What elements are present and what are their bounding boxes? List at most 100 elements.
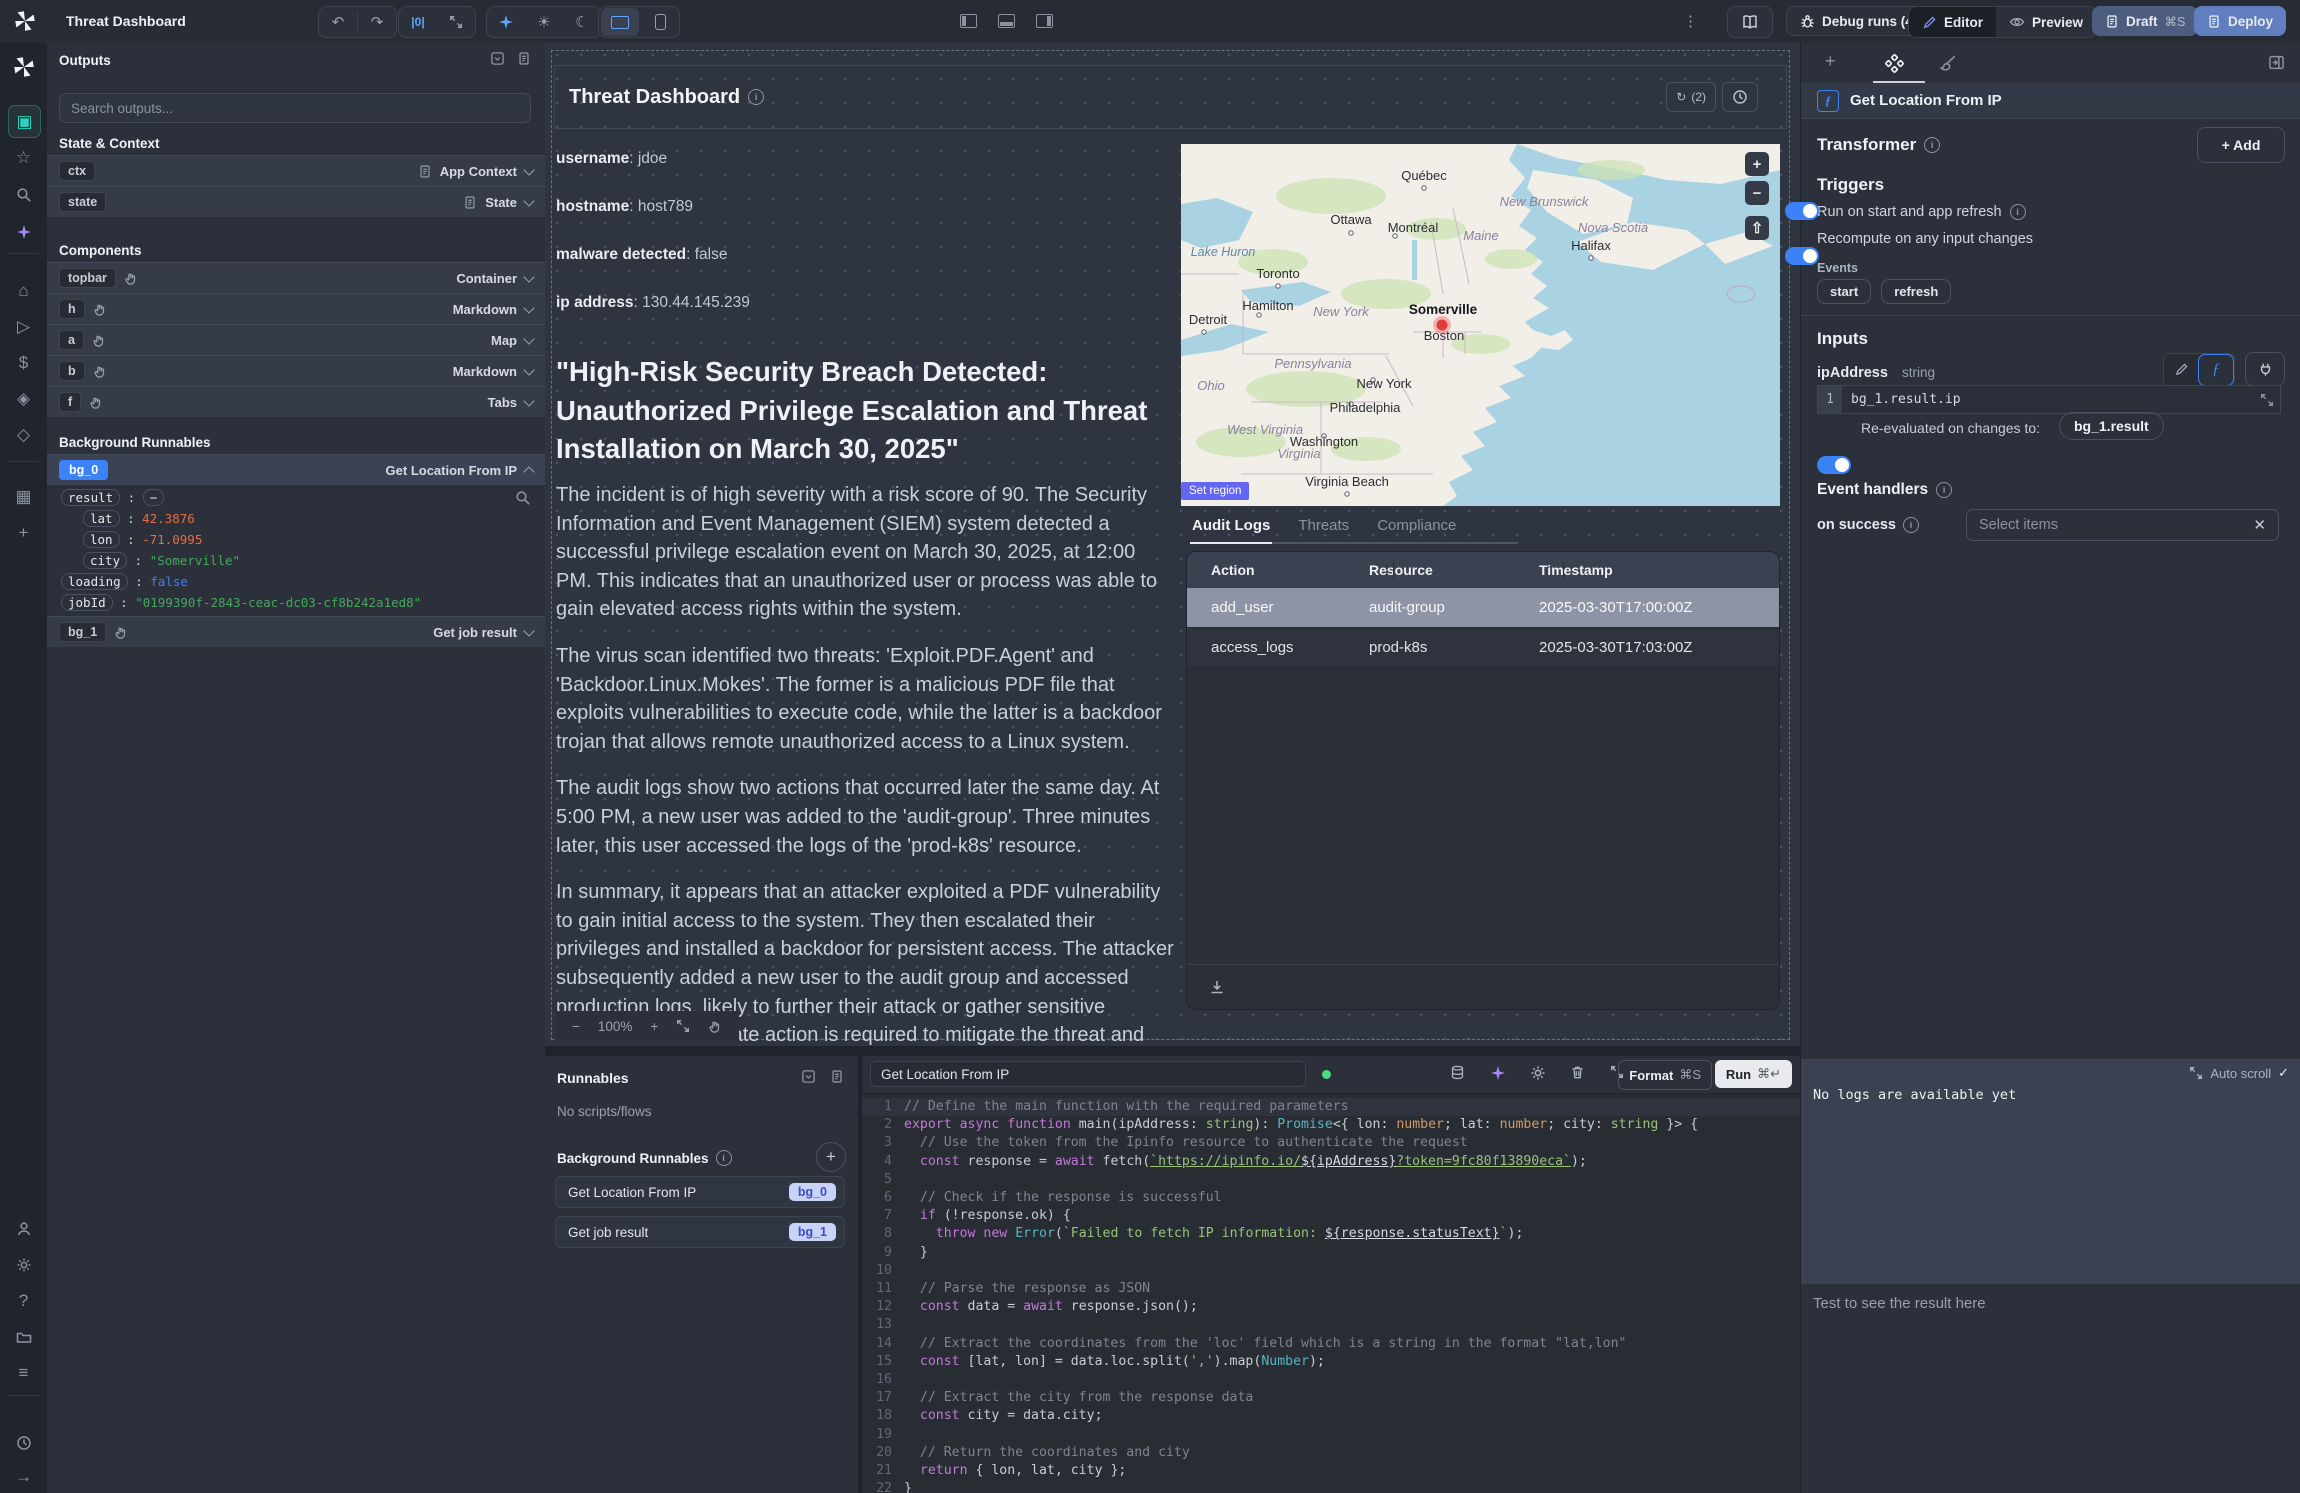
table-row[interactable]: access_logsprod-k8s2025-03-30T17:03:00Z [1187, 628, 1779, 668]
code-line[interactable]: 15 const [lat, lon] = data.loc.split(','… [862, 1353, 1800, 1371]
toggle-bottom-panel-icon[interactable] [998, 14, 1015, 28]
horizontal-splitter[interactable] [545, 1046, 1800, 1056]
code-line[interactable]: 19 [862, 1426, 1800, 1444]
event-chip-refresh[interactable]: refresh [1881, 279, 1951, 304]
output-row-topbar[interactable]: topbarContainer [47, 262, 545, 293]
app-editor-icon[interactable]: ▣ [8, 105, 41, 138]
markdown-fields-component[interactable]: username: jdoehostname: host789malware d… [556, 150, 1168, 342]
delete-icon[interactable] [1570, 1065, 1585, 1080]
output-row-a[interactable]: aMap [47, 324, 545, 355]
bg1-row[interactable]: bg_1 Get job result [47, 616, 545, 647]
column-header-timestamp[interactable]: Timestamp [1539, 562, 1779, 578]
clock-icon[interactable] [8, 1427, 39, 1458]
style-brush-tab[interactable] [1939, 54, 1957, 72]
search-result-icon[interactable] [515, 490, 531, 506]
result-jobId[interactable]: jobId : "0199390f-2843-ceac-dc03-cf8b242… [61, 595, 531, 610]
code-line[interactable]: 13 [862, 1316, 1800, 1334]
run-button[interactable]: Run⌘↵ [1715, 1060, 1792, 1088]
result-lon[interactable]: lon : -71.0995 [83, 532, 531, 547]
doc-icon[interactable] [830, 1069, 844, 1084]
settings-gear-icon[interactable] [1530, 1065, 1546, 1081]
components-settings-tab[interactable] [1885, 54, 1904, 73]
search-icon[interactable] [8, 179, 39, 210]
help-icon[interactable]: ? [8, 1285, 39, 1316]
home-icon[interactable]: ⌂ [8, 275, 39, 306]
insert-tab[interactable]: + [1825, 51, 1836, 72]
input-code-field[interactable]: 1 bg_1.result.ip [1817, 385, 2281, 414]
windmill-logo-icon[interactable] [12, 8, 38, 34]
output-row-b[interactable]: bMarkdown [47, 355, 545, 386]
add-icon[interactable]: + [8, 517, 39, 548]
undo-button[interactable]: ↶ [319, 8, 357, 36]
code-line[interactable]: 18 const city = data.city; [862, 1407, 1800, 1425]
cache-icon[interactable] [1450, 1065, 1465, 1080]
code-area[interactable]: 1// Define the main function with the re… [862, 1093, 1800, 1493]
code-line[interactable]: 21 return { lon, lat, city }; [862, 1462, 1800, 1480]
magic-wand-icon[interactable] [8, 216, 39, 247]
tab-audit-logs[interactable]: Audit Logs [1190, 513, 1272, 544]
code-line[interactable]: 11 // Parse the response as JSON [862, 1280, 1800, 1298]
dark-theme-icon[interactable]: ☾ [563, 8, 601, 36]
folder-icon[interactable] [8, 1321, 39, 1352]
result-result[interactable]: result : − [61, 490, 531, 505]
map-recenter-button[interactable]: ⇧ [1745, 216, 1769, 240]
result-loading[interactable]: loading : false [61, 574, 531, 589]
code-line[interactable]: 3 // Use the token from the Ipinfo resou… [862, 1134, 1800, 1152]
on-success-select[interactable]: Select items ✕ [1966, 509, 2279, 541]
column-header-resource[interactable]: Resource [1369, 562, 1539, 578]
draft-button[interactable]: Draft⌘S [2092, 6, 2198, 36]
reeval-toggle[interactable] [1817, 456, 1851, 474]
fit-view-icon[interactable] [676, 1019, 690, 1033]
download-icon[interactable] [1209, 979, 1225, 995]
add-runnable-button[interactable]: + [816, 1142, 846, 1172]
runnable-name-input[interactable]: Get Location From IP [870, 1061, 1306, 1087]
deploy-button[interactable]: Deploy [2194, 6, 2286, 36]
output-row-state[interactable]: stateState [47, 186, 545, 217]
collapse-node-icon[interactable]: − [143, 489, 165, 506]
run-on-start-toggle[interactable] [1785, 202, 1819, 220]
mobile-view-icon[interactable] [641, 8, 679, 36]
variables-icon[interactable]: $ [8, 347, 39, 378]
map-component[interactable]: QuébecOttawaMontréalNew BrunswickNova Sc… [1181, 144, 1780, 506]
code-line[interactable]: 22} [862, 1480, 1800, 1493]
tab-compliance[interactable]: Compliance [1375, 513, 1458, 544]
docs-button[interactable] [1727, 6, 1773, 38]
clear-icon[interactable]: ✕ [2253, 516, 2266, 534]
result-city[interactable]: city : "Somerville" [83, 553, 531, 568]
expand-icon[interactable] [437, 8, 475, 36]
collapse-right-panel-icon[interactable] [2268, 54, 2285, 71]
code-line[interactable]: 17 // Extract the city from the response… [862, 1389, 1800, 1407]
code-line[interactable]: 8 throw new Error(`Failed to fetch IP in… [862, 1225, 1800, 1243]
doc-panel-icon[interactable] [517, 51, 531, 66]
light-theme-icon[interactable]: ☀ [525, 8, 563, 36]
location-marker[interactable] [1437, 320, 1448, 331]
code-line[interactable]: 6 // Check if the response is successful [862, 1189, 1800, 1207]
column-header-action[interactable]: Action [1187, 562, 1369, 578]
desktop-view-icon[interactable] [601, 8, 639, 36]
format-button[interactable]: Format⌘S [1618, 1060, 1712, 1090]
set-region-button[interactable]: Set region [1181, 482, 1249, 500]
runnable-item-bg_1[interactable]: Get job resultbg_1 [555, 1216, 845, 1248]
code-line[interactable]: 5 [862, 1171, 1800, 1189]
schedules-icon[interactable]: ◇ [8, 419, 39, 450]
runnable-item-bg_0[interactable]: Get Location From IPbg_0 [555, 1176, 845, 1208]
magic-wand-icon[interactable] [487, 8, 525, 36]
schedule-button[interactable] [1722, 82, 1758, 112]
code-line[interactable]: 12 const data = await response.json(); [862, 1298, 1800, 1316]
zero-state-icon[interactable]: |0| [399, 8, 437, 36]
toggle-right-panel-icon[interactable] [1036, 14, 1053, 28]
map-canvas[interactable]: QuébecOttawaMontréalNew BrunswickNova Sc… [1181, 144, 1780, 506]
event-chip-start[interactable]: start [1817, 279, 1871, 304]
zoom-in-button[interactable]: + [650, 1019, 658, 1034]
markdown-body-component[interactable]: The incident is of high severity with a … [556, 481, 1174, 1096]
map-zoom-out-button[interactable]: − [1745, 181, 1769, 205]
reeval-dependency-chip[interactable]: bg_1.result [2059, 412, 2164, 440]
search-outputs-input[interactable]: Search outputs... [59, 93, 531, 123]
pan-hand-icon[interactable] [708, 1019, 723, 1034]
windmill-logo-icon[interactable] [8, 51, 39, 82]
autoscroll-control[interactable]: Auto scroll ✓ [2189, 1065, 2289, 1081]
autoscroll-checkbox[interactable]: ✓ [2278, 1065, 2289, 1081]
code-line[interactable]: 14 // Extract the coordinates from the '… [862, 1335, 1800, 1353]
add-transformer-button[interactable]: + Add [2197, 127, 2285, 163]
output-row-f[interactable]: fTabs [47, 386, 545, 417]
